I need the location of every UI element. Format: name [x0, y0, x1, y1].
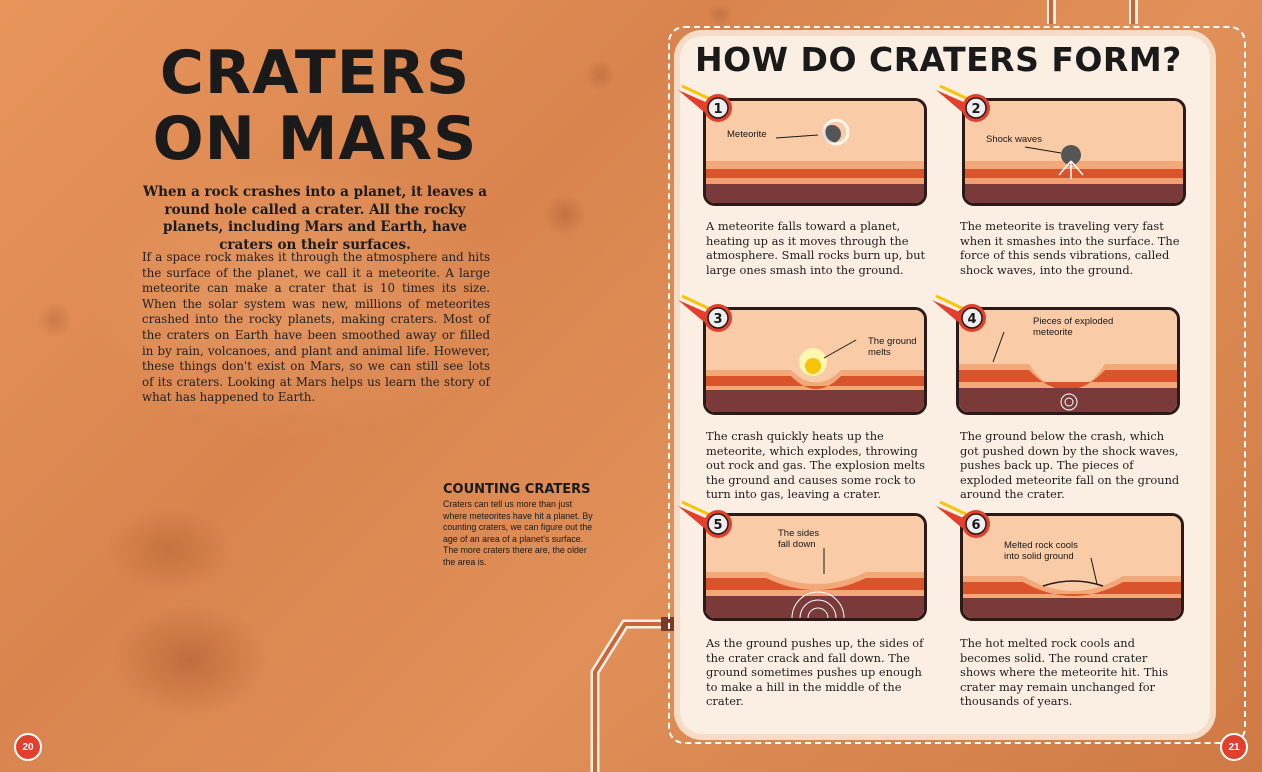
- page-number-right: 21: [1220, 733, 1248, 761]
- step-2-illustration: [962, 98, 1186, 206]
- step-3-label: The ground melts: [868, 336, 917, 358]
- step-1-number: 1: [713, 102, 722, 117]
- step-4-text: The ground below the crash, which got pu…: [960, 429, 1180, 502]
- step-5-label: The sides fall down: [778, 528, 820, 550]
- step-3-badge: 3: [676, 294, 736, 342]
- step-1-text: A meteorite falls toward a planet, heati…: [706, 219, 926, 277]
- counting-craters-text: Craters can tell us more than just where…: [443, 499, 593, 567]
- step-1-badge: 1: [676, 84, 736, 132]
- step-5-badge: 5: [676, 500, 736, 548]
- step-3-number: 3: [713, 312, 722, 327]
- step-5-text: As the ground pushes up, the sides of th…: [706, 636, 924, 709]
- step-2-badge: 2: [934, 84, 994, 132]
- body-paragraph: If a space rock makes it through the atm…: [142, 250, 490, 405]
- step-6-badge: 6: [934, 500, 994, 548]
- panel-title: HOW DO CRATERS FORM?: [695, 40, 1182, 79]
- counting-craters-title: COUNTING CRATERS: [443, 482, 591, 497]
- page-title: CRATERS ON MARS: [152, 38, 478, 174]
- step-3-text: The crash quickly heats up the meteorite…: [706, 429, 925, 502]
- step-4-badge: 4: [930, 294, 990, 342]
- step-6-label: Melted rock cools into solid ground: [1004, 540, 1078, 562]
- step-6-number: 6: [971, 518, 980, 533]
- step-5-number: 5: [713, 518, 722, 533]
- step-2-number: 2: [971, 102, 980, 117]
- step-2-text: The meteorite is traveling very fast whe…: [960, 219, 1180, 277]
- step-4-label: Pieces of exploded meteorite: [1033, 316, 1114, 338]
- pipe-connector-left: [590, 617, 675, 772]
- step-3-illustration: [703, 307, 927, 415]
- intro-paragraph: When a rock crashes into a planet, it le…: [143, 184, 487, 253]
- step-6-text: The hot melted rock cools and becomes so…: [960, 636, 1169, 709]
- step-1-illustration: [703, 98, 927, 206]
- step-2-label: Shock waves: [986, 134, 1042, 145]
- step-4-number: 4: [967, 312, 976, 327]
- counting-craters-box: COUNTING CRATERS Craters can tell us mor…: [443, 482, 593, 568]
- page-number-left: 20: [14, 733, 42, 761]
